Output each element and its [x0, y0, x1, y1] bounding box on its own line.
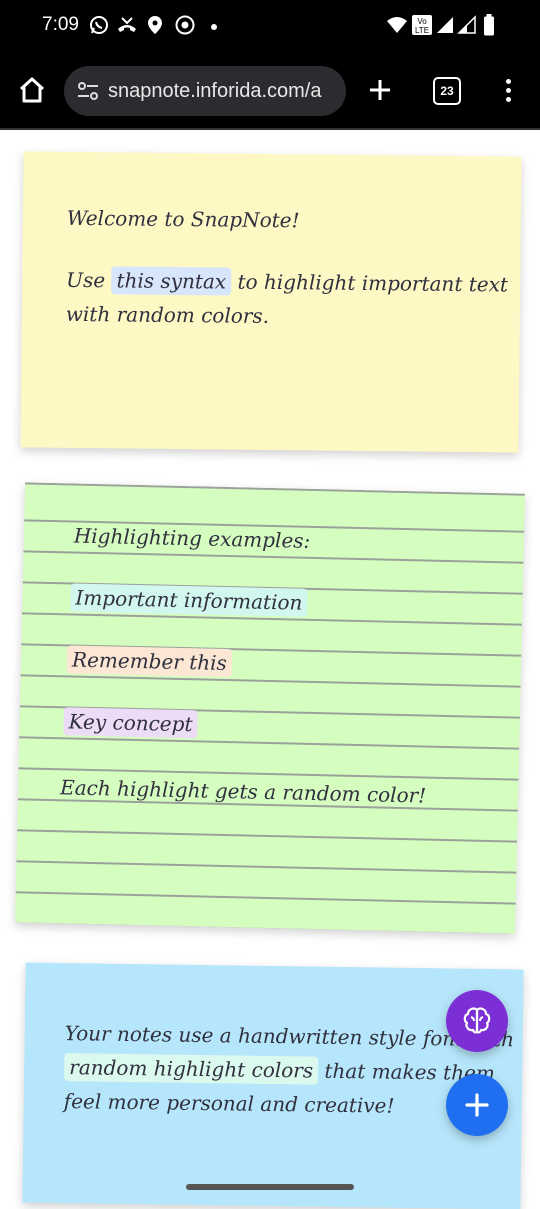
home-icon — [19, 77, 45, 103]
note-text: Use this syntax to highlight important t… — [66, 266, 509, 297]
note-text: Each highlight gets a random color! — [59, 775, 427, 808]
note-text: random highlight colors that makes them — [64, 1053, 495, 1085]
note-card-handwritten[interactable]: Your notes use a handwritten style font … — [22, 962, 524, 1209]
dot-icon — [211, 24, 217, 30]
menu-dot — [505, 78, 511, 84]
plus-icon — [370, 80, 390, 100]
missed-call-icon — [116, 14, 138, 36]
note-text: Important information — [70, 583, 308, 617]
svg-text:LTE: LTE — [415, 26, 429, 35]
note-text: Welcome to SnapNote! — [66, 205, 300, 233]
menu-dot — [505, 87, 511, 93]
note-text: Use — [66, 267, 106, 293]
note-text: feel more personal and creative! — [63, 1089, 395, 1118]
url-text[interactable]: snapnote.inforida.com/a — [108, 80, 340, 103]
brain-icon — [463, 1007, 491, 1034]
note-text: Key concept — [63, 707, 198, 739]
highlight-chip: Remember this — [66, 645, 233, 678]
highlight-chip: Key concept — [63, 707, 198, 739]
home-button[interactable] — [14, 72, 50, 108]
plus-icon — [465, 1093, 489, 1117]
more-menu-button[interactable] — [496, 72, 520, 108]
site-settings-icon[interactable] — [74, 77, 102, 105]
new-tab-button[interactable] — [362, 72, 398, 108]
battery-icon — [478, 14, 500, 36]
note-title: Highlighting examples: — [73, 523, 311, 553]
highlight-chip: this syntax — [111, 266, 232, 296]
chrome-icon — [174, 14, 196, 36]
note-text: Remember this — [66, 645, 233, 678]
highlight-chip: random highlight colors — [64, 1053, 319, 1085]
address-bar[interactable]: snapnote.inforida.com/a — [64, 66, 346, 116]
menu-dot — [505, 96, 511, 102]
svg-text:Vo: Vo — [417, 17, 427, 26]
signal-icon — [456, 14, 478, 36]
volte-icon: Vo LTE — [410, 14, 434, 36]
note-text: to highlight important text — [237, 269, 509, 297]
status-bar: 7:09 Vo LTE — [0, 0, 540, 52]
ai-assistant-button[interactable] — [446, 990, 508, 1052]
browser-toolbar: snapnote.inforida.com/a 23 — [0, 52, 540, 130]
note-text: with random colors. — [65, 301, 270, 328]
wifi-icon — [386, 14, 408, 36]
status-time: 7:09 — [42, 14, 79, 35]
highlight-chip: Important information — [70, 583, 308, 617]
note-card-highlighting[interactable]: Highlighting examples: Important informa… — [15, 482, 525, 934]
location-pin-icon — [144, 14, 166, 36]
tab-switcher-button[interactable]: 23 — [433, 77, 461, 105]
gesture-navigation-bar[interactable] — [186, 1184, 354, 1190]
whatsapp-icon — [88, 14, 110, 36]
add-note-button[interactable] — [446, 1074, 508, 1136]
signal-icon — [434, 14, 456, 36]
note-card-welcome[interactable]: Welcome to SnapNote! Use this syntax to … — [20, 151, 522, 453]
